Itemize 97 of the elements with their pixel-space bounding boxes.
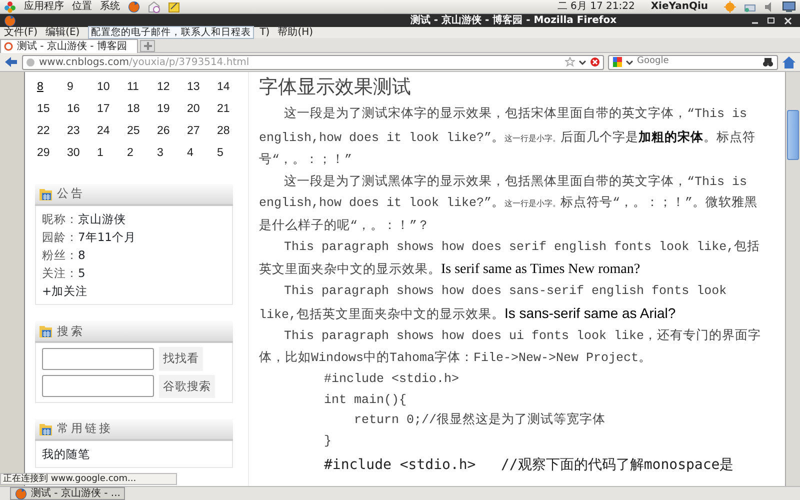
scrollbar[interactable] [785, 72, 800, 486]
field-label: 园龄： [42, 229, 78, 246]
calendar-day: 13 [185, 76, 215, 98]
calendar-day: 26 [155, 120, 185, 142]
tooltip: 配置您的电子邮件，联系人和日程表 [88, 26, 254, 39]
note-icon[interactable] [168, 0, 180, 12]
paragraph: This paragraph shows how does ui fonts look like，还有专门的界面字体，比如Windows中的Tahoma字体：File->New->New Project。 [259, 328, 762, 366]
calendar-day: 3 [155, 142, 185, 164]
loading-icon [4, 42, 13, 51]
monitor-icon[interactable] [782, 0, 796, 12]
follow-link[interactable]: +加关注 [42, 282, 88, 300]
calendar-day: 1 [95, 142, 125, 164]
calendar-day: 9 [65, 76, 95, 98]
calendar-day: 30 [65, 142, 95, 164]
home-icon[interactable] [782, 56, 796, 68]
calendar-folder-icon [39, 422, 53, 436]
calendar-day: 16 [65, 98, 95, 120]
calendar-day: 15 [35, 98, 65, 120]
search-field[interactable]: Google [608, 54, 778, 70]
code-line: int main(){ [323, 392, 407, 408]
menu-item[interactable]: 帮助(H) [278, 27, 314, 38]
search-button[interactable]: 找找看 [159, 347, 203, 370]
calendar-day: 11 [125, 76, 155, 98]
firefox-icon [4, 14, 16, 26]
calendar-day: 19 [155, 98, 185, 120]
panel-title: 公告 [57, 185, 85, 202]
field-value: 8 [78, 247, 86, 264]
paragraph: This paragraph shows how does sans-serif english fonts look like,包括英文里面夹杂中文的显示效果。Is sans-serif same as Arial? [259, 283, 728, 324]
field-label: 关注： [42, 265, 78, 282]
url-text: www.cnblogs.com/youxia/p/3793514.html [39, 56, 250, 68]
dropdown-icon[interactable] [579, 58, 586, 66]
stop-icon[interactable] [590, 57, 600, 67]
binoculars-icon[interactable] [763, 58, 773, 66]
code-line: #include <stdio.h> [323, 371, 460, 388]
panel-title: 常用链接 [57, 420, 113, 438]
calendar-day: 17 [95, 98, 125, 120]
taskbar-button[interactable]: 测试 - 京山游侠 - ... [10, 487, 126, 500]
panel-menu[interactable]: 位置 [72, 0, 92, 13]
address-field[interactable]: www.cnblogs.com/youxia/p/3793514.html [22, 54, 604, 70]
firefox-icon[interactable] [128, 0, 140, 12]
google-icon [613, 57, 622, 67]
menu-item[interactable]: T) [260, 27, 270, 38]
close-icon[interactable] [784, 16, 792, 24]
star-icon[interactable] [565, 57, 575, 67]
scroll-thumb[interactable] [787, 110, 799, 160]
clock-text[interactable]: 二 6月 17 21:22 [557, 0, 635, 13]
user-name[interactable]: XieYanQiu [650, 0, 708, 13]
calendar-day: 24 [95, 120, 125, 142]
code-line: #include <stdio.h> //观察下面的代码了解monospace是 [323, 456, 734, 474]
code-line: } [323, 432, 332, 450]
new-tab-button[interactable] [140, 40, 155, 52]
code-line: return 0;//很显然这是为了测试等宽字体 [353, 412, 606, 429]
dropdown-icon[interactable] [626, 58, 633, 66]
search-input[interactable] [42, 348, 154, 370]
menu-item[interactable]: 文件(F) [4, 27, 38, 38]
sidebar-link[interactable]: 我的随笔 [42, 444, 90, 463]
calendar-day: 20 [185, 98, 215, 120]
calendar-day: 22 [35, 120, 65, 142]
calendar-day: 28 [215, 120, 245, 142]
calendar-day-link[interactable]: 8 [35, 76, 65, 98]
article-title: 字体显示效果测试 [259, 75, 412, 100]
maximize-icon[interactable] [767, 16, 776, 25]
calendar-day: 21 [215, 98, 245, 120]
calendar-day: 25 [125, 120, 155, 142]
calendar-day: 2 [125, 142, 155, 164]
calendar-day: 23 [65, 120, 95, 142]
flower-icon[interactable] [4, 0, 16, 12]
calendar-day: 5 [215, 142, 245, 164]
firefox-icon [15, 488, 27, 500]
calendar-day: 10 [95, 76, 125, 98]
paragraph: This paragraph shows how does serif english fonts look like,包括英文里面夹杂中文的显示效果。Is serif same as Times New roman? [259, 239, 762, 278]
search-input[interactable] [42, 375, 154, 398]
calendar-folder-icon [39, 187, 53, 201]
status-popup: 正在连接到 www.google.com... [0, 473, 177, 485]
field-value: 京山游侠 [78, 211, 126, 228]
browser-tab[interactable]: 测试 - 京山游侠 - 博客园 [0, 39, 138, 53]
paragraph: 这一段是为了测试宋体字的显示效果，包括宋体里面自带的英文字体，“This is english,how does it look like?”。这一行是小字。后面几个字是加粗的宋体。标点符号“，。：；！” [259, 106, 757, 169]
search-button[interactable]: 谷歌搜索 [159, 374, 215, 398]
calendar-day: 29 [35, 142, 65, 164]
panel-menu[interactable]: 系统 [100, 0, 120, 13]
menu-item[interactable]: 编辑(E) [46, 27, 80, 38]
calendar-day: 14 [215, 76, 245, 98]
panel-menu[interactable]: 应用程序 [24, 0, 64, 13]
calendar-day: 18 [125, 98, 155, 120]
calendar-day: 27 [185, 120, 215, 142]
back-arrow-icon[interactable] [4, 56, 18, 68]
calendar-day: 12 [155, 76, 185, 98]
window-title: 测试 - 京山游侠 - 博客园 - Mozilla Firefox [409, 14, 618, 27]
field-label: 昵称： [42, 211, 78, 228]
field-value: 5 [78, 265, 86, 282]
calendar-folder-icon [39, 324, 53, 338]
plus-icon [144, 42, 152, 50]
field-label: 粉丝： [42, 247, 78, 264]
paragraph: 这一段是为了测试黑体字的显示效果，包括黑体里面自带的英文字体，“This is english,how does it look like?”。这一行是小字。标点符号“，。：；！”。微软雅黑是什么样子的呢“，。：！”？ [259, 174, 759, 234]
panel-title: 搜索 [57, 322, 85, 340]
field-value: 7年11个月 [78, 229, 136, 246]
calendar-day: 4 [185, 142, 215, 164]
